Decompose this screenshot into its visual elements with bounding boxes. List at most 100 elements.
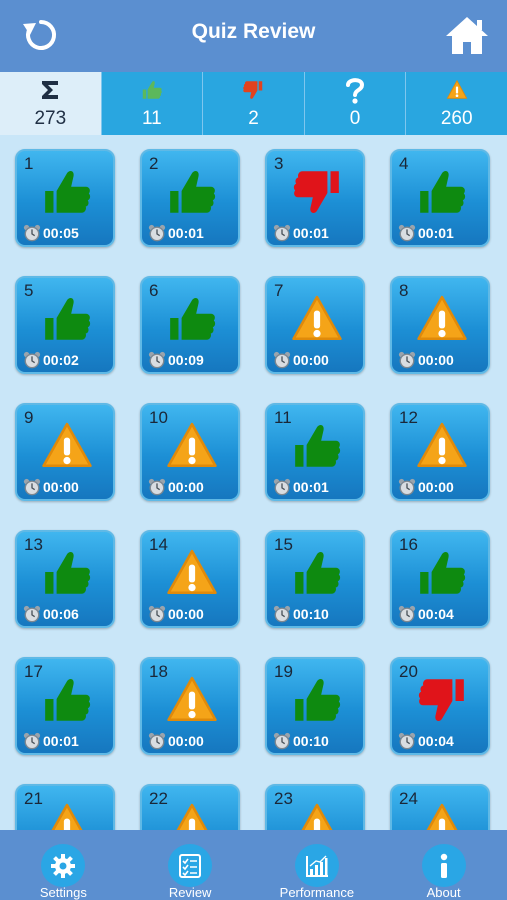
question-tile[interactable]: 2 00:01: [140, 149, 240, 247]
warning-icon: [291, 292, 343, 346]
warning-icon: [166, 419, 218, 473]
answer-time: 00:06: [23, 605, 79, 623]
question-tile[interactable]: 10 00:00: [140, 403, 240, 501]
alarm-clock-icon: [148, 351, 166, 369]
checklist-icon: [168, 844, 213, 887]
question-number: 5: [24, 281, 34, 300]
question-mark-icon: [344, 76, 366, 104]
question-tile[interactable]: 12 00:00: [390, 403, 490, 501]
alarm-clock-icon: [398, 732, 416, 750]
answer-time: 00:05: [23, 224, 79, 242]
answer-time-value: 00:10: [293, 606, 329, 622]
question-tile[interactable]: 15 00:10: [265, 530, 365, 628]
question-tile[interactable]: 14 00:00: [140, 530, 240, 628]
question-tile[interactable]: 1 00:05: [15, 149, 115, 247]
question-tile[interactable]: 18 00:00: [140, 657, 240, 755]
answer-time-value: 00:10: [293, 733, 329, 749]
tab-about-label: About: [426, 885, 461, 900]
alarm-clock-icon: [23, 351, 41, 369]
question-tile[interactable]: 6 00:09: [140, 276, 240, 374]
alarm-clock-icon: [148, 605, 166, 623]
answer-time-value: 00:00: [43, 479, 79, 495]
home-icon[interactable]: [444, 14, 490, 56]
question-tile[interactable]: 4 00:01: [390, 149, 490, 247]
warning-icon: [166, 800, 218, 830]
gear-icon: [41, 844, 86, 887]
question-tile[interactable]: 7 00:00: [265, 276, 365, 374]
warning-icon: [416, 292, 468, 346]
alarm-clock-icon: [398, 351, 416, 369]
stat-unanswered[interactable]: 0: [305, 72, 407, 135]
answer-time-value: 00:02: [43, 352, 79, 368]
stat-correct[interactable]: 11: [102, 72, 204, 135]
alarm-clock-icon: [398, 224, 416, 242]
question-tile[interactable]: 20 00:04: [390, 657, 490, 755]
stat-wrong[interactable]: 2: [203, 72, 305, 135]
question-tile[interactable]: 17 00:01: [15, 657, 115, 755]
tab-review[interactable]: Review: [127, 830, 254, 900]
question-number: 1: [24, 154, 34, 173]
thumbs-down-icon: [291, 165, 343, 219]
question-tile[interactable]: 24: [390, 784, 490, 830]
tab-performance[interactable]: Performance: [254, 830, 381, 900]
warning-icon: [166, 673, 218, 727]
answer-time: 00:04: [398, 732, 454, 750]
thumbs-up-icon: [41, 165, 93, 219]
answer-time-value: 00:01: [293, 225, 329, 241]
alarm-clock-icon: [273, 224, 291, 242]
warning-icon: [416, 419, 468, 473]
thumbs-up-icon: [166, 292, 218, 346]
header-bar: Quiz Review: [0, 0, 507, 72]
question-tile[interactable]: 8 00:00: [390, 276, 490, 374]
alarm-clock-icon: [273, 732, 291, 750]
warning-icon: [41, 800, 93, 830]
alarm-clock-icon: [398, 605, 416, 623]
warning-icon: [416, 800, 468, 830]
stat-total-value: 273: [34, 108, 67, 129]
thumbs-up-icon: [41, 292, 93, 346]
answer-time-value: 00:00: [418, 352, 454, 368]
answer-time-value: 00:04: [418, 606, 454, 622]
question-number: 9: [24, 408, 34, 427]
thumbs-up-icon: [166, 165, 218, 219]
answer-time-value: 00:01: [168, 225, 204, 241]
warning-icon: [446, 76, 468, 104]
answer-time: 00:09: [148, 351, 204, 369]
question-number: 11: [274, 408, 292, 427]
answer-time-value: 00:05: [43, 225, 79, 241]
alarm-clock-icon: [148, 478, 166, 496]
thumbs-up-icon: [41, 673, 93, 727]
question-tile[interactable]: 23: [265, 784, 365, 830]
question-tile[interactable]: 22: [140, 784, 240, 830]
stat-total[interactable]: 273: [0, 72, 102, 135]
answer-time-value: 00:00: [168, 733, 204, 749]
thumbs-up-icon: [291, 546, 343, 600]
question-tile[interactable]: 13 00:06: [15, 530, 115, 628]
tab-settings[interactable]: Settings: [0, 830, 127, 900]
question-tile[interactable]: 21: [15, 784, 115, 830]
question-tile[interactable]: 16 00:04: [390, 530, 490, 628]
question-tile[interactable]: 11 00:01: [265, 403, 365, 501]
question-tile[interactable]: 19 00:10: [265, 657, 365, 755]
stat-skipped[interactable]: 260: [406, 72, 507, 135]
alarm-clock-icon: [273, 605, 291, 623]
stat-skipped-value: 260: [440, 108, 473, 129]
answer-time-value: 00:04: [418, 733, 454, 749]
answer-time: 00:01: [148, 224, 204, 242]
thumbs-up-icon: [141, 76, 163, 104]
alarm-clock-icon: [23, 478, 41, 496]
question-number: 2: [149, 154, 159, 173]
question-number: 8: [399, 281, 409, 300]
question-tile[interactable]: 5 00:02: [15, 276, 115, 374]
question-tile[interactable]: 3 00:01: [265, 149, 365, 247]
tab-about[interactable]: About: [380, 830, 507, 900]
alarm-clock-icon: [23, 224, 41, 242]
answer-time: 00:01: [273, 224, 329, 242]
stat-correct-value: 11: [142, 108, 162, 129]
question-tile[interactable]: 9 00:00: [15, 403, 115, 501]
answer-time-value: 00:00: [168, 606, 204, 622]
alarm-clock-icon: [273, 351, 291, 369]
alarm-clock-icon: [23, 732, 41, 750]
answer-time-value: 00:00: [418, 479, 454, 495]
tab-settings-label: Settings: [39, 885, 87, 900]
